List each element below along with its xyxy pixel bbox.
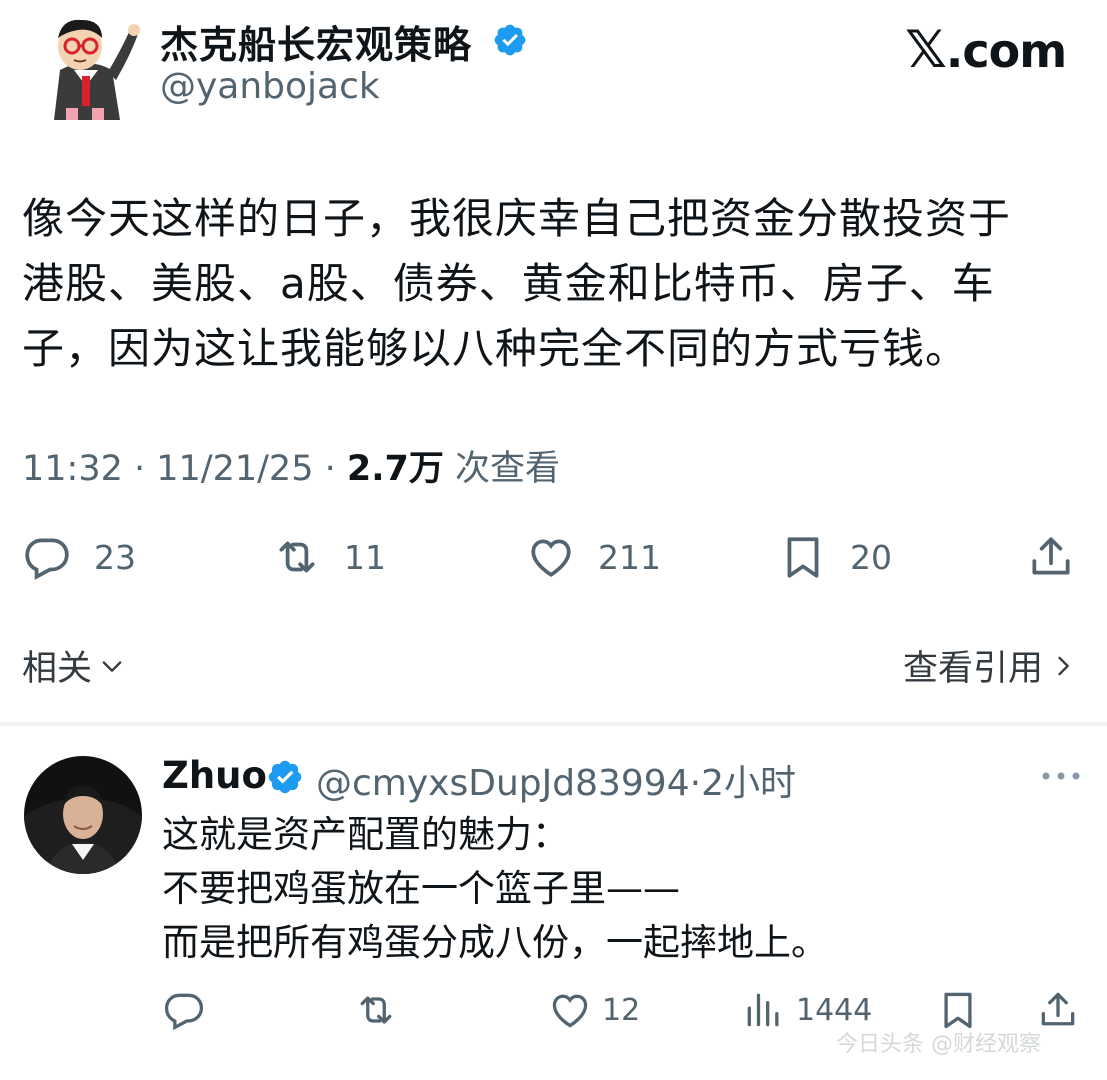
reply-author-handle[interactable]: @cmyxsDupJd83994·2小时 [316, 754, 796, 806]
reply-author-avatar[interactable] [24, 756, 142, 874]
tweet-text-line: 港股、美股、a股、债券、黄金和比特币、房子、车 [22, 259, 995, 308]
view-count: 2.7万 [346, 449, 444, 489]
reply-count: 23 [94, 537, 136, 577]
like-count: 211 [598, 537, 661, 577]
heart-icon [552, 994, 588, 1028]
reply-bubble-icon [25, 538, 69, 580]
related-label: 相关 [22, 649, 93, 689]
retweet-button[interactable]: 11 [272, 532, 386, 582]
tweet-text: 像今天这样的日子，我很庆幸自己把资金分散投资于 港股、美股、a股、债券、黄金和比… [22, 186, 1084, 381]
reply-text: 这就是资产配置的魅力： 不要把鸡蛋放在一个篮子里—— 而是把所有鸡蛋分成八份，一… [162, 808, 828, 970]
chevron-down-icon [102, 660, 122, 672]
reply-share-button[interactable] [1036, 988, 1080, 1032]
tweet-text-line: 子，因为这让我能够以八种完全不同的方式亏钱。 [22, 324, 969, 373]
ellipsis-icon [1042, 772, 1080, 780]
author-avatar[interactable] [30, 8, 142, 120]
bookmark-button[interactable]: 20 [778, 532, 892, 582]
author-handle[interactable]: @yanbojack [160, 66, 380, 107]
view-quotes-label: 查看引用 [902, 649, 1043, 689]
reply-view-count: 1444 [796, 992, 873, 1028]
reply-text-line: 不要把鸡蛋放在一个篮子里—— [162, 867, 680, 910]
bookmark-icon [787, 537, 819, 578]
view-count-label: 次查看 [455, 449, 561, 489]
verified-badge-icon [492, 22, 528, 58]
reply-bubble-icon [164, 993, 204, 1031]
x-logo-text: .com [945, 24, 1067, 78]
related-toggle[interactable]: 相关 [22, 640, 126, 691]
reply-author-name[interactable]: Zhuo [162, 754, 267, 797]
share-upload-icon [1041, 992, 1075, 1026]
retweet-arrows-icon [279, 541, 315, 573]
reply-reply-button[interactable] [162, 988, 206, 1032]
author-display-name[interactable]: 杰克船长宏观策略 [160, 14, 472, 69]
reply-like-button[interactable]: 12 [548, 988, 640, 1032]
heart-icon [531, 539, 571, 577]
reply-text-line: 这就是资产配置的魅力： [162, 813, 569, 856]
view-quotes-link[interactable]: 查看引用 [903, 640, 1077, 691]
section-divider [0, 722, 1107, 726]
more-options-button[interactable] [1040, 770, 1082, 782]
reply-like-count: 12 [602, 992, 641, 1028]
reply-retweet-button[interactable] [354, 988, 398, 1032]
tweet-metadata: 11:32 · 11/21/25 · 2.7万 次查看 [22, 440, 560, 491]
verified-badge-icon [266, 758, 304, 796]
meta-separator: · [689, 763, 702, 804]
retweet-arrows-icon [360, 996, 392, 1024]
retweet-count: 11 [344, 537, 386, 577]
x-logo-mark: 𝕏 [905, 20, 947, 80]
share-upload-icon [1032, 537, 1070, 575]
x-com-logo: 𝕏.com [905, 20, 1067, 80]
reply-handle-text: @cmyxsDupJd83994 [316, 763, 690, 804]
tweet-date[interactable]: 11/21/25 [156, 449, 313, 489]
chevron-right-icon [1058, 656, 1069, 675]
bar-chart-icon [747, 993, 779, 1027]
tweet-time[interactable]: 11:32 [22, 449, 123, 489]
share-button[interactable] [1026, 532, 1076, 582]
reply-button[interactable]: 23 [22, 532, 136, 582]
reply-text-line: 而是把所有鸡蛋分成八份，一起摔地上。 [162, 921, 828, 964]
meta-separator: · [313, 449, 347, 489]
tweet-text-line: 像今天这样的日子，我很庆幸自己把资金分散投资于 [22, 194, 1012, 243]
meta-separator: · [122, 449, 157, 489]
bookmark-count: 20 [850, 537, 892, 577]
like-button[interactable]: 211 [526, 532, 661, 582]
reply-time[interactable]: 2小时 [701, 763, 796, 804]
image-watermark: 今日头条 @财经观察 [836, 1032, 1041, 1057]
